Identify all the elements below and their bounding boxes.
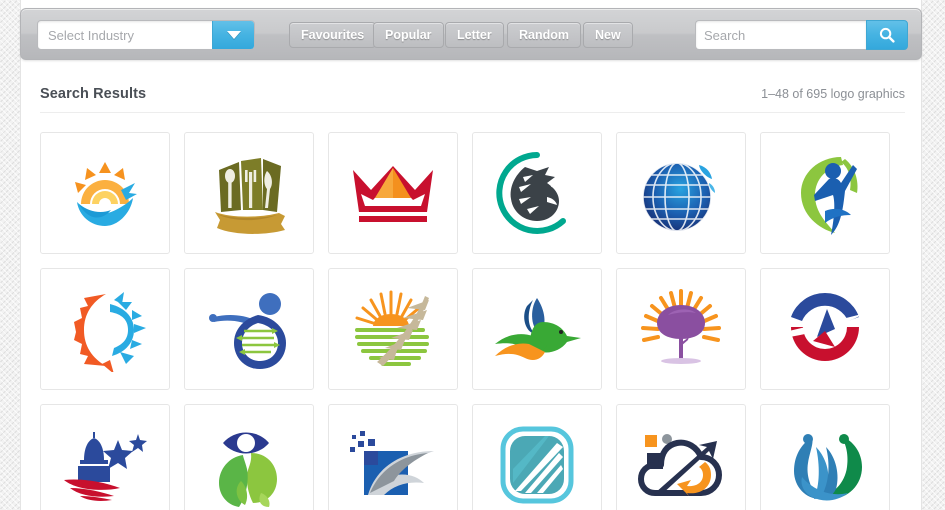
filter-favourites-button[interactable]: Favourites [289, 22, 377, 48]
logo-grid [40, 132, 908, 510]
logo-tile-hummingbird[interactable] [472, 268, 602, 390]
filter-toolbar: Select Industry Favourites Popular Lette… [20, 8, 922, 60]
search-input[interactable] [695, 20, 866, 50]
industry-select-value: Select Industry [48, 27, 134, 43]
chevron-down-glyph [226, 31, 241, 39]
chevron-down-icon[interactable] [212, 21, 254, 49]
search-icon [879, 27, 895, 43]
logo-tile-eye-leaves[interactable] [184, 404, 314, 510]
logo-tile-figure-green-swoosh[interactable] [760, 132, 890, 254]
logo-tile-wireframe-globe[interactable] [616, 132, 746, 254]
page-title: Search Results [40, 86, 147, 102]
search-button[interactable] [866, 20, 908, 50]
logo-tile-sun-field-wheat[interactable] [328, 268, 458, 390]
logo-tile-sun-sea-airplane[interactable] [40, 132, 170, 254]
logo-tile-cloud-arrow[interactable] [616, 404, 746, 510]
filter-popular-button[interactable]: Popular [373, 22, 444, 48]
logo-tile-tree-sunburst[interactable] [616, 268, 746, 390]
search-box [695, 20, 908, 50]
logo-tile-horse-head-circle[interactable] [472, 132, 602, 254]
filter-letter-button[interactable]: Letter [445, 22, 504, 48]
filter-random-button[interactable]: Random [507, 22, 581, 48]
logo-tile-star-swoosh-circle[interactable] [760, 268, 890, 390]
logo-tile-red-crown[interactable] [328, 132, 458, 254]
logo-tile-gear-crescent[interactable] [40, 268, 170, 390]
results-header: Search Results 1–48 of 695 logo graphics [40, 86, 905, 113]
logo-tile-teal-rays-square[interactable] [472, 404, 602, 510]
logo-tile-cutlery-banner[interactable] [184, 132, 314, 254]
logo-tile-pixel-swoosh-square[interactable] [328, 404, 458, 510]
logo-tile-capitol-stars-stripes[interactable] [40, 404, 170, 510]
results-count: 1–48 of 695 logo graphics [761, 87, 905, 101]
logo-tile-people-circle[interactable] [760, 404, 890, 510]
industry-select[interactable]: Select Industry [37, 20, 255, 50]
logo-tile-person-dna-lines[interactable] [184, 268, 314, 390]
filter-new-button[interactable]: New [583, 22, 633, 48]
